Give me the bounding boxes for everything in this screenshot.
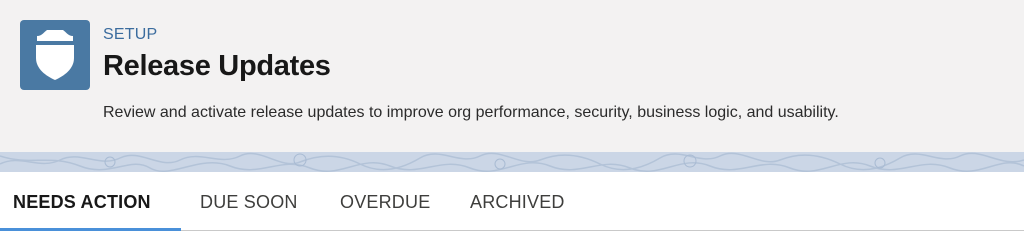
tab-overdue[interactable]: OVERDUE — [340, 192, 430, 213]
release-updates-tabs: NEEDS ACTION DUE SOON OVERDUE ARCHIVED — [0, 172, 1024, 241]
page-eyebrow: SETUP — [103, 26, 158, 43]
tab-archived[interactable]: ARCHIVED — [470, 192, 565, 213]
release-updates-icon-tile — [20, 20, 90, 90]
decorative-pattern-band — [0, 152, 1024, 172]
release-updates-page: SETUP Release Updates Review and activat… — [0, 0, 1024, 241]
active-tab-indicator — [0, 228, 181, 231]
tab-due-soon[interactable]: DUE SOON — [200, 192, 298, 213]
page-header: SETUP Release Updates Review and activat… — [0, 0, 1024, 152]
tab-needs-action[interactable]: NEEDS ACTION — [13, 192, 151, 213]
page-title: Release Updates — [103, 50, 331, 82]
decorative-pattern — [0, 152, 1024, 172]
shield-icon — [36, 30, 74, 80]
page-description: Review and activate release updates to i… — [103, 104, 839, 121]
